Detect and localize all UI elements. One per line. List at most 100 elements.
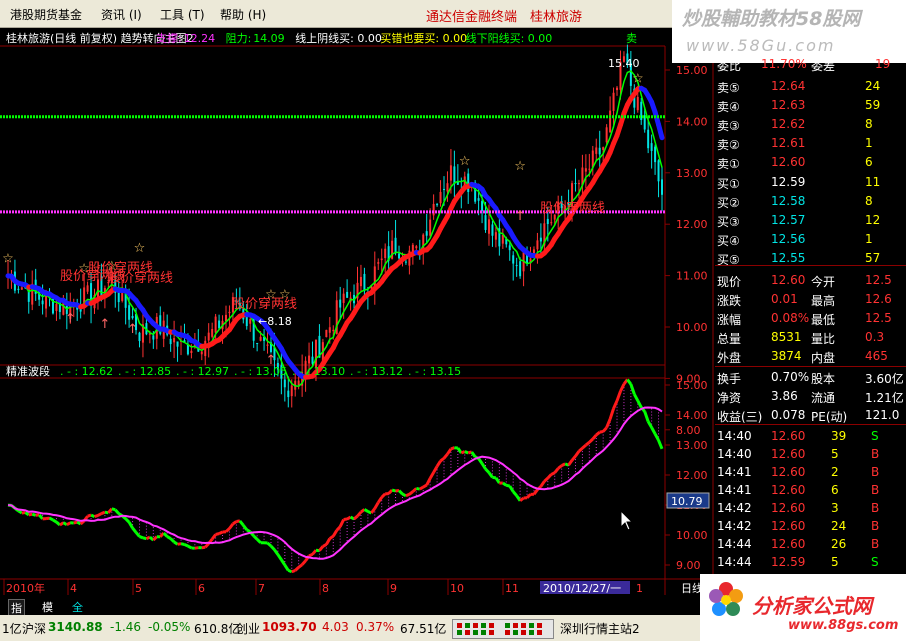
candle-body <box>384 248 387 258</box>
wave-segment <box>450 446 455 451</box>
sub-ytick-label: 13.00 <box>676 439 708 452</box>
candle-body <box>598 147 601 155</box>
wave-segment <box>52 518 58 524</box>
candle-body <box>41 300 44 305</box>
stat-value: 465 <box>865 349 888 363</box>
wave-segment <box>256 538 262 544</box>
ticker-gem-name[interactable]: 创业 <box>236 620 260 637</box>
sub-ytick-label: 15.00 <box>676 379 708 392</box>
wave-segment <box>581 443 587 450</box>
watermark-banner: 炒股輔助教材58股网 www.58Gu.com <box>672 0 906 63</box>
sub-indicator-value: . - : 12.85 <box>118 365 171 378</box>
buy-signal-icon: ☆ <box>459 154 471 169</box>
wave-segment <box>131 527 138 534</box>
sell-level-row: 卖⑤ 12.64 24 <box>715 77 906 96</box>
menu-item-tools[interactable]: 工具 (T) <box>160 6 205 23</box>
candle-body <box>595 147 598 154</box>
candle-body <box>245 316 248 327</box>
wave-segment <box>269 544 276 551</box>
candle-body <box>477 198 480 201</box>
sell-level-volume: 6 <box>865 155 873 169</box>
wave-segment <box>127 521 134 529</box>
candle-body <box>429 219 432 236</box>
wave-segment <box>525 493 532 499</box>
wave-segment <box>232 520 238 526</box>
menu-item-futures[interactable]: 港股期货基金 <box>10 6 82 23</box>
candle-body <box>647 129 650 149</box>
buy-level-label: 买② <box>717 196 740 210</box>
stat-label: PE(动) <box>811 410 848 424</box>
stat-value: 121.0 <box>865 408 900 422</box>
resistance-label: 阻力: <box>226 32 252 45</box>
buy-level-label: 买④ <box>717 234 740 248</box>
tick-time: 14:42 <box>717 519 752 533</box>
wave-segment <box>138 535 144 540</box>
server-name[interactable]: 深圳行情主站2 <box>560 620 640 637</box>
buy-level-volume: 1 <box>865 232 873 246</box>
wave-segment <box>325 537 332 546</box>
sub-fill <box>21 384 660 572</box>
wave-segment <box>480 462 487 470</box>
resistance-value: 14.09 <box>253 32 285 45</box>
candle-body <box>508 245 511 251</box>
stat-value: 0.078 <box>771 408 806 422</box>
buy-level-row: 买③ 12.57 12 <box>715 211 906 230</box>
candle-body <box>259 336 262 341</box>
ticker-index-amount: 610.8亿 <box>194 622 241 636</box>
menu-item-info[interactable]: 资讯 (I) <box>101 6 142 23</box>
ticker-index-name[interactable]: 沪深 <box>22 620 46 637</box>
sell-label: 卖 <box>626 32 637 45</box>
tick-volume: 39 <box>831 429 847 443</box>
wave-segment <box>401 492 407 498</box>
wave-segment <box>626 378 633 386</box>
wave-segment <box>104 510 109 515</box>
candle-body <box>550 222 553 224</box>
buy-level-row: 买① 12.59 11 <box>715 173 906 192</box>
candle-body <box>577 183 580 185</box>
tick-row: 14:40 12.60 5 B <box>715 445 906 463</box>
wave-segment <box>100 510 106 515</box>
candle-body <box>128 305 131 320</box>
cursor-value-label: 10.79 <box>671 495 703 508</box>
wave-segment <box>435 460 442 468</box>
menu-item-help[interactable]: 帮助 (H) <box>220 6 266 23</box>
wave-segment <box>318 545 325 552</box>
wave-segment <box>94 513 99 518</box>
wave-segment <box>28 512 33 517</box>
candle-body <box>612 92 615 111</box>
annotation-label: 股价穿两线 <box>540 200 605 216</box>
wave-segment <box>48 516 54 522</box>
wave-segment <box>411 487 418 493</box>
buy-signal-icon: ☆ <box>632 72 644 87</box>
wave-segment <box>134 531 141 538</box>
wave-segment <box>87 513 92 518</box>
candle-body <box>218 320 221 329</box>
wave-segment <box>532 488 539 496</box>
terminal-title: 通达信金融终端 <box>426 10 518 25</box>
sidebar-separator <box>715 424 906 425</box>
sell-level-label: 卖③ <box>717 119 740 133</box>
candle-body <box>328 327 331 333</box>
wave-segment <box>331 529 339 537</box>
annotation-label: 股价穿两线 <box>108 270 173 286</box>
ticker-index-change: -1.46 <box>110 620 142 634</box>
wave-segment <box>177 542 182 546</box>
wave-segment <box>501 481 508 487</box>
candle-body <box>519 261 522 277</box>
wave-segment <box>487 471 494 479</box>
candle-body <box>266 344 269 346</box>
sell-level-price: 12.61 <box>771 136 806 150</box>
candle-body <box>152 335 155 340</box>
stat-row: 总量 8531 量比 0.3 <box>715 328 906 347</box>
sell-level-row: 卖④ 12.63 59 <box>715 96 906 115</box>
ticker-index-pct: -0.05% <box>148 620 191 634</box>
wave-segment <box>224 527 231 533</box>
wrongbuy-label: 买错也要买: 0.00 <box>380 31 467 45</box>
candle-body <box>636 96 639 111</box>
wave-segment <box>373 501 380 510</box>
candle-body <box>377 262 380 264</box>
buy-level-row: 买② 12.58 8 <box>715 192 906 211</box>
up-arrow-icon: ↑ <box>127 322 138 337</box>
candle-body <box>661 179 663 195</box>
tick-row: 14:42 12.60 3 B <box>715 499 906 517</box>
